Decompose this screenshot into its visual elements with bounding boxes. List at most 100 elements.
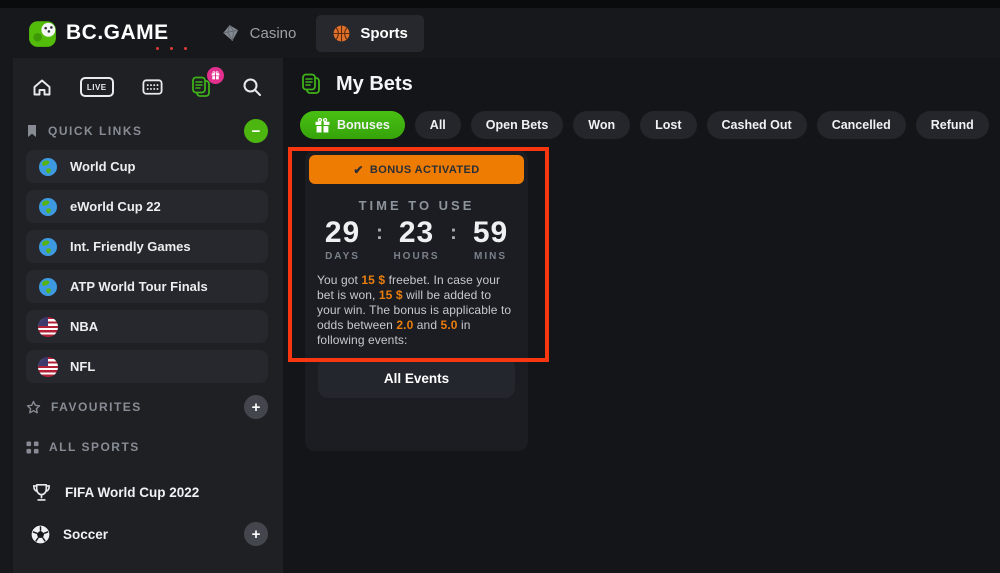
soccer-ball-icon: [30, 524, 51, 545]
countdown-hours: 23 HOURS: [385, 218, 449, 262]
description-text: and: [413, 318, 440, 332]
countdown-hours-value: 23: [385, 218, 449, 248]
favourites-title: FAVOURITES: [51, 400, 142, 414]
tab-cashed-out[interactable]: Cashed Out: [707, 111, 807, 139]
sidebar-item-atp-world-tour-finals[interactable]: ATP World Tour Finals: [26, 270, 268, 303]
search-icon[interactable]: [241, 76, 263, 98]
all-sports-header[interactable]: ALL SPORTS: [26, 435, 268, 459]
time-to-use-label: TIME TO USE: [305, 198, 528, 213]
sidebar-item-label: NBA: [70, 319, 98, 334]
results-calendar-icon[interactable]: [141, 76, 164, 99]
all-events-button[interactable]: All Events: [318, 358, 515, 398]
tab-bonuses[interactable]: Bonuses: [300, 111, 405, 139]
description-highlight: 15 $: [379, 288, 403, 302]
description-highlight: 2.0: [396, 318, 413, 332]
description-highlight: 5.0: [441, 318, 458, 332]
live-icon-label: LIVE: [80, 77, 114, 97]
sidebar-item-nfl[interactable]: NFL: [26, 350, 268, 383]
tab-label: Open Bets: [486, 118, 549, 132]
countdown-days-label: DAYS: [311, 251, 375, 262]
globe-icon: [38, 277, 58, 297]
bonus-description: You got 15 $ freebet. In case your bet i…: [317, 273, 516, 348]
bonus-card: ✔ BONUS ACTIVATED TIME TO USE 29 DAYS : …: [305, 150, 528, 451]
globe-icon: [38, 197, 58, 217]
tab-label: All: [430, 118, 446, 132]
tab-label: Bonuses: [337, 118, 390, 132]
tab-all[interactable]: All: [415, 111, 461, 139]
bcgame-logo-icon: [28, 18, 58, 48]
sidebar-item-int-friendly-games[interactable]: Int. Friendly Games: [26, 230, 268, 263]
countdown-days: 29 DAYS: [311, 218, 375, 262]
bonus-activated-banner: ✔ BONUS ACTIVATED: [309, 155, 524, 184]
bonus-activated-label: BONUS ACTIVATED: [370, 164, 480, 176]
globe-icon: [38, 157, 58, 177]
trophy-icon: [30, 481, 53, 504]
sidebar-item-label: eWorld Cup 22: [70, 199, 161, 214]
countdown-mins-label: MINS: [459, 251, 523, 262]
sidebar-item-world-cup[interactable]: World Cup: [26, 150, 268, 183]
top-bar: BC.GAME Casino Sports: [0, 8, 1000, 58]
us-flag-icon: [38, 317, 58, 337]
tab-label: Lost: [655, 118, 681, 132]
sidebar-icon-row: LIVE: [26, 71, 268, 103]
tab-label: Cancelled: [832, 118, 891, 132]
nav-sports-label: Sports: [360, 25, 408, 42]
gift-icon: [315, 118, 330, 133]
tab-label: Won: [588, 118, 615, 132]
all-sports-title: ALL SPORTS: [49, 440, 140, 454]
us-flag-icon: [38, 357, 58, 377]
soccer-expand-button[interactable]: +: [244, 522, 268, 546]
home-icon[interactable]: [31, 76, 53, 98]
nav-casino-label: Casino: [250, 25, 297, 42]
brand-logo[interactable]: BC.GAME: [28, 18, 169, 48]
my-bets-icon[interactable]: [190, 75, 214, 99]
bonus-countdown: 29 DAYS : 23 HOURS : 59 MINS: [305, 218, 528, 262]
window-top-strip: [0, 0, 1000, 8]
logo-accent-dots: [156, 47, 159, 50]
bookmark-icon: [26, 124, 38, 138]
sidebar-item-label: ATP World Tour Finals: [70, 279, 208, 294]
sidebar-item-eworld-cup-22[interactable]: eWorld Cup 22: [26, 190, 268, 223]
countdown-hours-label: HOURS: [385, 251, 449, 262]
sidebar-item-fifa-world-cup-2022[interactable]: FIFA World Cup 2022: [26, 481, 268, 504]
nav-item-casino[interactable]: Casino: [221, 23, 297, 43]
bet-filter-tabs: Bonuses All Open Bets Won Lost Cashed Ou…: [300, 111, 1000, 139]
quick-links-title: QUICK LINKS: [48, 124, 143, 138]
countdown-separator: :: [449, 222, 459, 262]
sidebar-item-label: Soccer: [63, 527, 108, 542]
globe-icon: [38, 237, 58, 257]
tab-won[interactable]: Won: [573, 111, 630, 139]
favourites-header: FAVOURITES +: [26, 395, 268, 419]
quick-links-collapse-button[interactable]: −: [244, 119, 268, 143]
live-icon[interactable]: LIVE: [80, 77, 114, 97]
grid-icon: [26, 441, 39, 454]
brand-name: BC.GAME: [66, 21, 169, 45]
tab-label: Refund: [931, 118, 974, 132]
countdown-separator: :: [375, 222, 385, 262]
left-edge-strip: [0, 58, 13, 573]
diamond-icon: [219, 21, 242, 44]
main-content: My Bets Bonuses All Open Bets Won Lost C…: [283, 58, 1000, 573]
tab-cancelled[interactable]: Cancelled: [817, 111, 906, 139]
countdown-mins-value: 59: [459, 218, 523, 248]
sidebar-item-soccer[interactable]: Soccer +: [26, 522, 268, 546]
tab-lost[interactable]: Lost: [640, 111, 696, 139]
description-text: You got: [317, 273, 361, 287]
my-bets-icon: [300, 72, 324, 96]
sidebar-item-label: World Cup: [70, 159, 135, 174]
favourites-add-button[interactable]: +: [244, 395, 268, 419]
check-icon: ✔: [353, 163, 363, 177]
countdown-mins: 59 MINS: [459, 218, 523, 262]
star-icon: [26, 400, 41, 415]
nav-item-sports[interactable]: Sports: [316, 15, 424, 52]
sidebar: LIVE: [13, 58, 283, 573]
sidebar-item-nba[interactable]: NBA: [26, 310, 268, 343]
basketball-icon: [332, 24, 351, 43]
sidebar-item-label: Int. Friendly Games: [70, 239, 191, 254]
tab-refund[interactable]: Refund: [916, 111, 989, 139]
countdown-days-value: 29: [311, 218, 375, 248]
tab-open-bets[interactable]: Open Bets: [471, 111, 564, 139]
sidebar-item-label: FIFA World Cup 2022: [65, 485, 199, 500]
description-highlight: 15 $: [361, 273, 385, 287]
page-title-text: My Bets: [336, 73, 413, 96]
